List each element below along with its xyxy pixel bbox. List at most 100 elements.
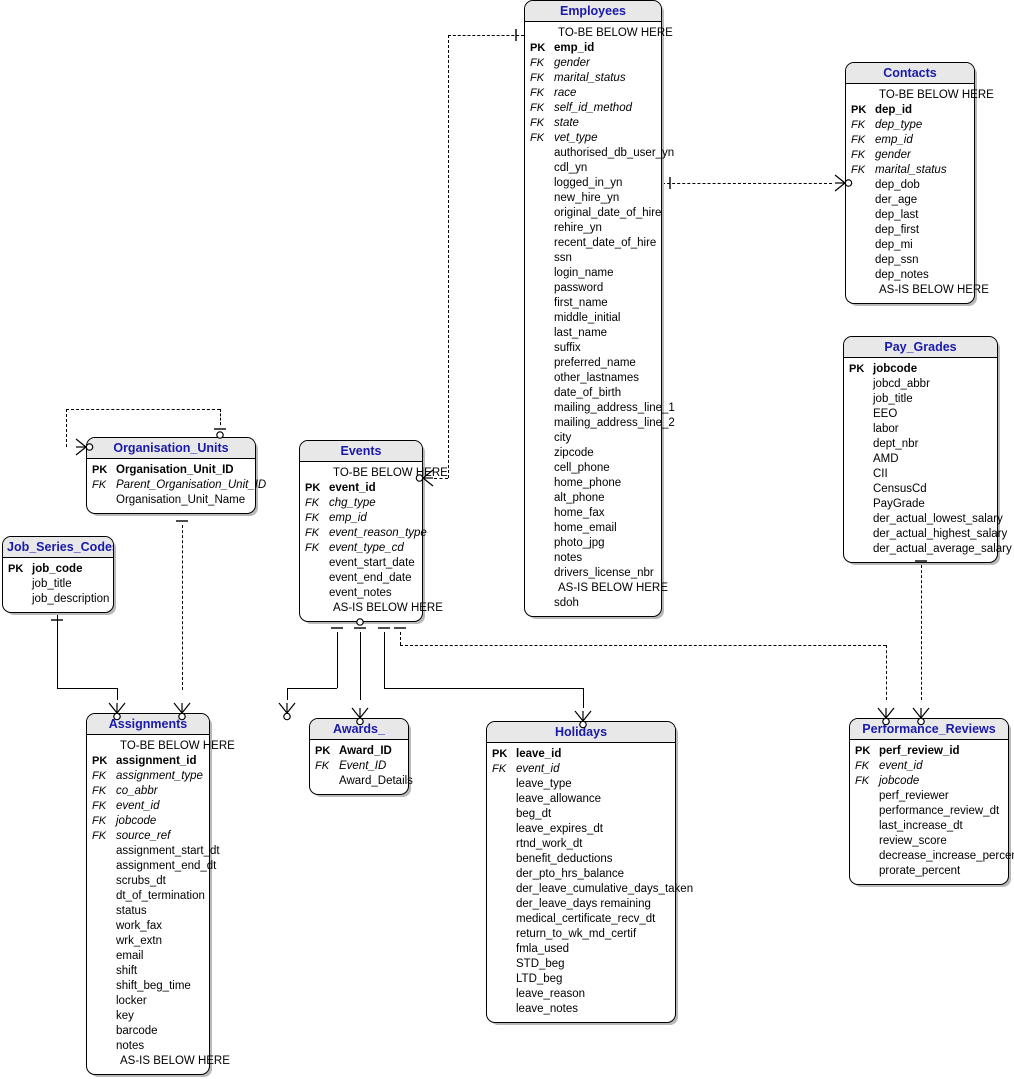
attribute-row: FK vet_type xyxy=(528,131,658,146)
attribute-key: FK xyxy=(530,102,545,114)
entity-events[interactable]: Events TO-BE BELOW HERE PK event_id FK chg_ty… xyxy=(299,440,448,622)
attribute-row: dep_notes xyxy=(849,268,971,283)
attribute-name: wrk_extn xyxy=(116,935,163,947)
attribute-row: preferred_name xyxy=(528,356,658,371)
attribute-name: Award_ID xyxy=(339,745,392,757)
attribute-row: der_actual_lowest_salary xyxy=(847,512,1003,527)
attribute-name: shift_beg_time xyxy=(116,980,191,992)
rel-events-assignments-line xyxy=(287,688,337,689)
attribute-row: suffix xyxy=(528,341,658,356)
attribute-name: ssn xyxy=(554,252,572,264)
attribute-name: LTD_beg xyxy=(516,973,563,985)
attribute-name: event_id xyxy=(516,763,560,775)
entity-performance_reviews[interactable]: Performance_Reviews PK perf_review_id FK eve… xyxy=(849,718,1014,885)
attribute-name: dep_ssn xyxy=(875,254,919,266)
cardinality-zero-many-awards xyxy=(347,705,373,731)
rel-orgunits-self-line xyxy=(220,409,221,425)
attribute-name: labor xyxy=(873,423,899,435)
attribute-row: FK co_abbr xyxy=(90,784,206,799)
attribute-name: new_hire_yn xyxy=(554,192,620,204)
attribute-name: event_id xyxy=(329,482,376,494)
attribute-name: password xyxy=(554,282,604,294)
cardinality-one-employees-events xyxy=(511,22,537,48)
attribute-name: EEO xyxy=(873,408,898,420)
attribute-row: FK emp_id xyxy=(849,133,971,148)
attribute-name: zipcode xyxy=(554,447,594,459)
entity-pay_grades[interactable]: Pay_Grades PK jobcode jobcd_abbr job_title EE… xyxy=(843,336,1012,563)
attribute-row: TO-BE BELOW HERE xyxy=(849,88,994,103)
attribute-row: rtnd_work_dt xyxy=(490,837,672,852)
attribute-key: FK xyxy=(855,775,870,787)
cardinality-one-jobseries xyxy=(44,599,70,625)
rel-jobseries-assignments-line xyxy=(117,688,118,700)
attribute-name: authorised_db_user_yn xyxy=(554,147,675,159)
attribute-row: review_score xyxy=(853,834,1005,849)
attribute-row: FK gender xyxy=(849,148,971,163)
attribute-name: TO-BE BELOW HERE xyxy=(120,740,235,752)
attribute-name: der_actual_highest_salary xyxy=(873,528,1008,540)
attribute-name: job_title xyxy=(32,578,72,590)
entity-assignments[interactable]: Assignments TO-BE BELOW HERE PK assignment_… xyxy=(86,713,235,1075)
attribute-row: assignment_end_dt xyxy=(90,859,216,874)
attribute-row: leave_type xyxy=(490,777,672,792)
attribute-name: assignment_end_dt xyxy=(116,860,217,872)
attribute-row: scrubs_dt xyxy=(90,874,206,889)
attribute-row: FK Event_ID xyxy=(313,759,405,774)
attribute-name: marital_status xyxy=(875,164,947,176)
entity-attributes-contacts: TO-BE BELOW HERE PK dep_id FK dep_type FK emp_… xyxy=(846,84,994,303)
attribute-name: gender xyxy=(875,149,911,161)
attribute-key: FK xyxy=(851,134,866,146)
attribute-row: job_title xyxy=(847,392,994,407)
attribute-row: medical_certificate_recv_dt xyxy=(490,912,672,927)
attribute-key: FK xyxy=(530,132,545,144)
attribute-name: state xyxy=(554,117,579,129)
attribute-row: PK emp_id xyxy=(528,41,658,56)
attribute-name: der_pto_hrs_balance xyxy=(516,868,625,880)
rel-events-assignments-line xyxy=(287,688,288,700)
attribute-name: shift xyxy=(116,965,138,977)
attribute-row: AS-IS BELOW HERE xyxy=(90,1054,230,1069)
attribute-name: event_type_cd xyxy=(329,542,404,554)
attribute-row: shift xyxy=(90,964,206,979)
attribute-name: first_name xyxy=(554,297,608,309)
attribute-key: FK xyxy=(305,512,320,524)
attribute-key: FK xyxy=(851,119,866,131)
attribute-key: PK xyxy=(8,563,24,575)
attribute-key: FK xyxy=(530,72,545,84)
cardinality-one-orgunits xyxy=(169,500,195,526)
attribute-row: leave_expires_dt xyxy=(490,822,672,837)
attribute-row: alt_phone xyxy=(528,491,658,506)
attribute-name: return_to_wk_md_certif xyxy=(516,928,637,940)
attribute-name: race xyxy=(554,87,577,99)
entity-holidays[interactable]: Holidays PK leave_id FK event_id leave_type le… xyxy=(486,721,693,1023)
attribute-name: emp_id xyxy=(329,512,367,524)
cardinality-zero-many-holidays xyxy=(570,708,596,734)
attribute-name: job_code xyxy=(32,563,83,575)
entity-contacts[interactable]: Contacts TO-BE BELOW HERE PK dep_id FK dep_ty… xyxy=(845,62,994,304)
attribute-name: notes xyxy=(554,552,583,564)
attribute-row: barcode xyxy=(90,1024,206,1039)
attribute-row: photo_jpg xyxy=(528,536,658,551)
attribute-name: leave_type xyxy=(516,778,572,790)
attribute-name: vet_type xyxy=(554,132,598,144)
attribute-row: AS-IS BELOW HERE xyxy=(849,283,989,298)
attribute-row: notes xyxy=(90,1039,206,1054)
attribute-key: FK xyxy=(530,57,545,69)
cardinality-zero-many-events xyxy=(410,465,436,491)
attribute-name: leave_reason xyxy=(516,988,586,1000)
attribute-name: medical_certificate_recv_dt xyxy=(516,913,656,925)
attribute-name: date_of_birth xyxy=(554,387,622,399)
cardinality-one-employees-contacts xyxy=(649,170,675,196)
cardinality-one-paygrades xyxy=(908,540,934,566)
attribute-name: drivers_license_nbr xyxy=(554,567,654,579)
attribute-row: job_title xyxy=(6,577,110,592)
attribute-row: dep_mi xyxy=(849,238,971,253)
attribute-name: cell_phone xyxy=(554,462,610,474)
attribute-name: logged_in_yn xyxy=(554,177,623,189)
attribute-row: PK event_id xyxy=(303,481,419,496)
attribute-row: FK state xyxy=(528,116,658,131)
attribute-row: work_fax xyxy=(90,919,206,934)
attribute-name: leave_notes xyxy=(516,1003,579,1015)
entity-employees[interactable]: Employees TO-BE BELOW HERE PK emp_id FK gende… xyxy=(524,0,675,617)
attribute-name: work_fax xyxy=(116,920,163,932)
